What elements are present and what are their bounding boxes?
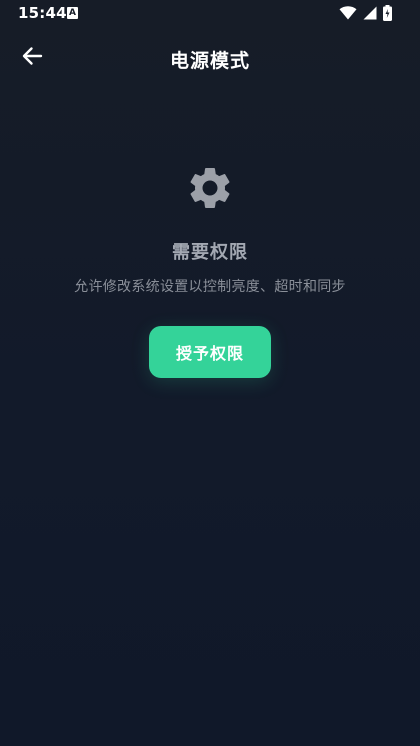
status-icons: [339, 5, 392, 21]
wifi-icon: [339, 6, 357, 20]
gear-icon: [182, 160, 238, 216]
status-bar: 15:44 A: [0, 0, 420, 28]
status-time: 15:44: [18, 4, 67, 22]
a-letter-icon: A: [67, 7, 78, 19]
page-title: 电源模式: [169, 50, 250, 72]
permission-title: 需要权限: [172, 242, 248, 263]
permission-description: 允许修改系统设置以控制亮度、超时和同步: [74, 279, 346, 295]
app-bar: 电源模式: [0, 36, 420, 80]
battery-charging-icon: [383, 5, 392, 21]
cell-signal-icon: [363, 6, 377, 20]
permission-panel: 需要权限 允许修改系统设置以控制亮度、超时和同步 授予权限: [0, 160, 420, 378]
grant-permission-button[interactable]: 授予权限: [149, 326, 271, 378]
